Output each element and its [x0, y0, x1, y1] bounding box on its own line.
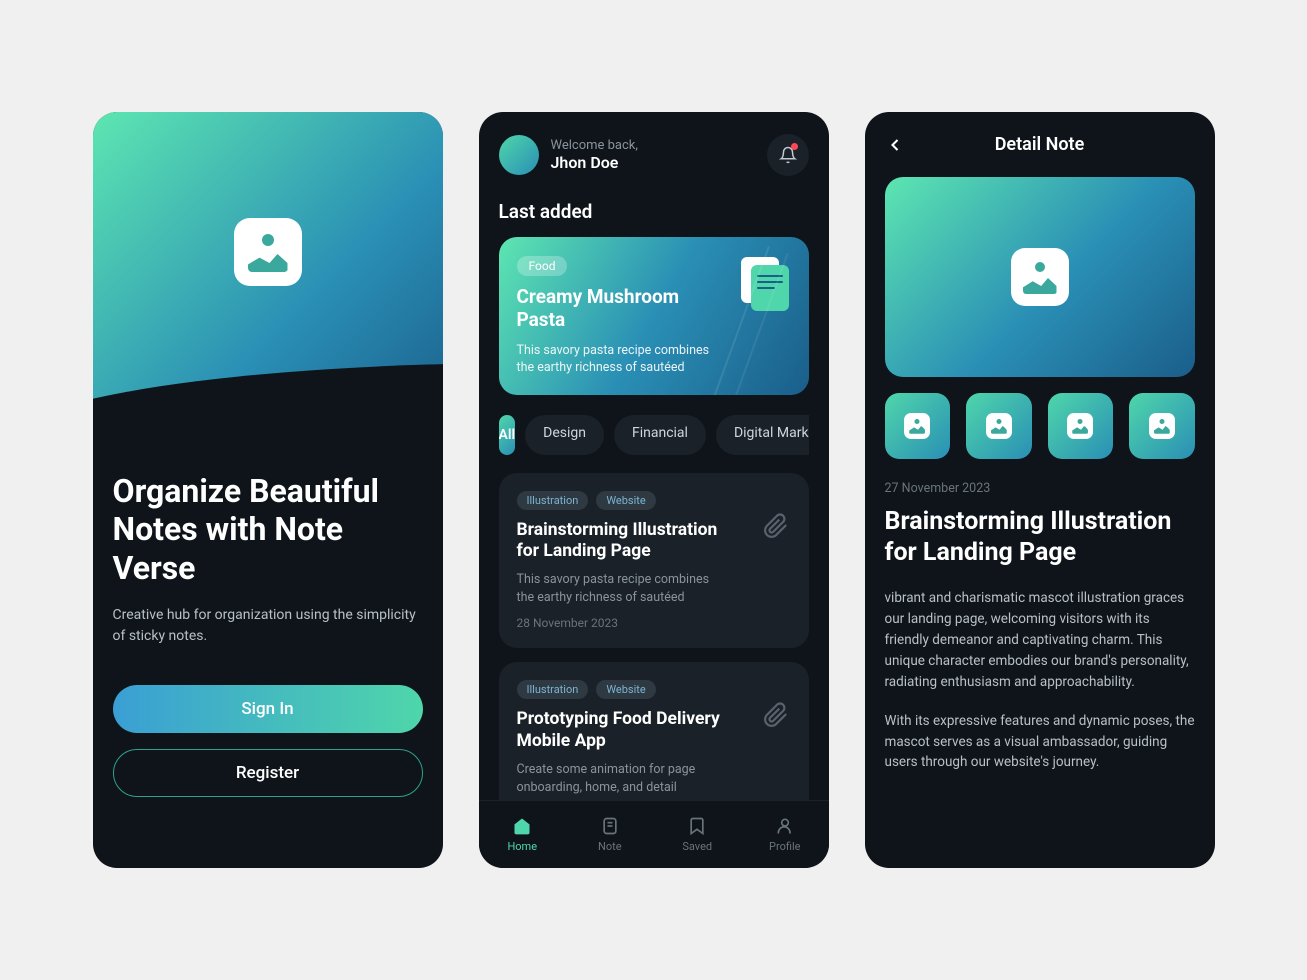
onboard-title: Organize Beautiful Notes with Note Verse — [113, 472, 423, 587]
notifications-button[interactable] — [767, 134, 809, 176]
filter-design[interactable]: Design — [525, 415, 604, 455]
filter-financial[interactable]: Financial — [614, 415, 706, 455]
note-tag: Website — [596, 491, 655, 510]
bell-icon — [779, 146, 797, 164]
detail-header-title: Detail Note — [905, 134, 1195, 155]
featured-desc: This savory pasta recipe combines the ea… — [517, 342, 717, 377]
note-desc: This savory pasta recipe combines the ea… — [517, 571, 727, 606]
nav-label: Profile — [769, 840, 800, 853]
note-tag: Illustration — [517, 680, 589, 699]
signin-button[interactable]: Sign In — [113, 685, 423, 733]
detail-title: Brainstorming Illustration for Landing P… — [885, 506, 1195, 569]
thumbnail-row — [885, 393, 1195, 459]
detail-hero-image[interactable] — [885, 177, 1195, 377]
user-icon — [775, 816, 795, 836]
image-icon — [234, 218, 302, 286]
nav-label: Home — [507, 840, 537, 853]
image-icon — [1149, 413, 1175, 439]
filter-all[interactable]: All — [499, 415, 516, 455]
document-icon — [741, 257, 789, 313]
filter-digital[interactable]: Digital Market — [716, 415, 809, 455]
nav-saved[interactable]: Saved — [654, 801, 742, 868]
home-icon — [512, 816, 532, 836]
paperclip-icon — [763, 513, 789, 539]
note-title: Prototyping Food Delivery Mobile App — [517, 709, 737, 753]
thumbnail[interactable] — [885, 393, 951, 459]
home-screen: Welcome back, Jhon Doe Last added Food C… — [479, 112, 829, 868]
detail-date: 27 November 2023 — [885, 481, 1195, 496]
note-tag: Website — [596, 680, 655, 699]
detail-body-p2: With its expressive features and dynamic… — [885, 711, 1195, 774]
back-icon[interactable] — [885, 135, 905, 155]
nav-home[interactable]: Home — [479, 801, 567, 868]
image-icon — [986, 413, 1012, 439]
last-added-title: Last added — [499, 200, 809, 223]
image-icon — [1067, 413, 1093, 439]
image-icon — [1011, 248, 1069, 306]
onboarding-screen: Organize Beautiful Notes with Note Verse… — [93, 112, 443, 868]
detail-body-p1: vibrant and charismatic mascot illustrat… — [885, 588, 1195, 693]
bottom-nav: Home Note Saved Profile — [479, 800, 829, 868]
user-name: Jhon Doe — [551, 153, 638, 172]
thumbnail[interactable] — [1048, 393, 1114, 459]
featured-tag: Food — [517, 256, 568, 276]
nav-note[interactable]: Note — [566, 801, 654, 868]
note-tag: Illustration — [517, 491, 589, 510]
image-icon — [904, 413, 930, 439]
welcome-label: Welcome back, — [551, 138, 638, 153]
featured-title: Creamy Mushroom Pasta — [517, 286, 697, 332]
paperclip-icon — [763, 702, 789, 728]
thumbnail[interactable] — [1129, 393, 1195, 459]
note-card[interactable]: Illustration Website Brainstorming Illus… — [499, 473, 809, 649]
avatar[interactable] — [499, 135, 539, 175]
filter-chips: All Design Financial Digital Market — [499, 415, 809, 455]
note-icon — [600, 816, 620, 836]
note-desc: Create some animation for page onboardin… — [517, 761, 727, 796]
nav-label: Saved — [682, 840, 712, 853]
note-date: 28 November 2023 — [517, 616, 791, 630]
note-title: Brainstorming Illustration for Landing P… — [517, 520, 737, 564]
onboard-hero — [93, 112, 443, 442]
thumbnail[interactable] — [966, 393, 1032, 459]
nav-profile[interactable]: Profile — [741, 801, 829, 868]
featured-note-card[interactable]: Food Creamy Mushroom Pasta This savory p… — [499, 237, 809, 395]
nav-label: Note — [598, 840, 622, 853]
register-button[interactable]: Register — [113, 749, 423, 797]
bookmark-icon — [687, 816, 707, 836]
detail-screen: Detail Note 27 November 2023 Brainstormi… — [865, 112, 1215, 868]
onboard-subtitle: Creative hub for organization using the … — [113, 605, 423, 647]
